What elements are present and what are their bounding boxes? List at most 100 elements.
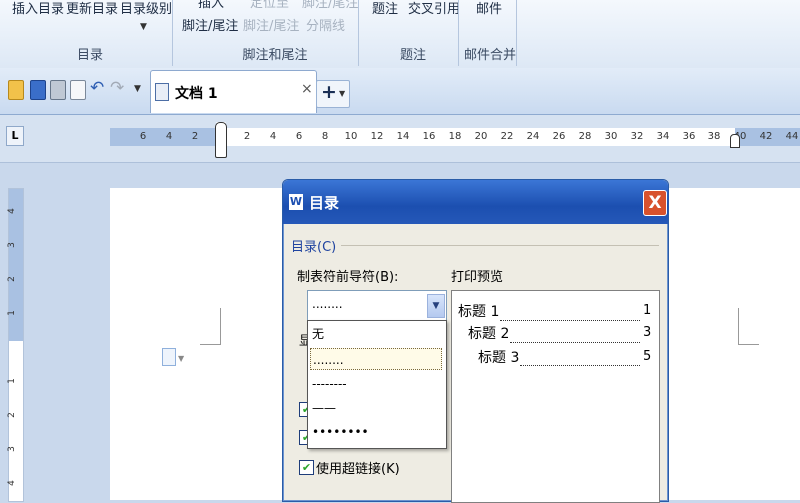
document-icon [155, 83, 169, 101]
ribbon-group-toc: 目录 [76, 48, 103, 63]
ruler-tick-label: 38 [707, 131, 721, 142]
dialog-title: 目录 [309, 194, 340, 212]
ruler-tick-label: 24 [526, 131, 540, 142]
tab-leader-label: 制表符前导符(B): [297, 270, 399, 285]
margin-corner-mark [738, 308, 759, 345]
tab-document[interactable]: 文档 1 × [150, 70, 317, 113]
preview-entry-text: 标题 3 [478, 350, 520, 366]
ruler-tick-label: 36 [682, 131, 696, 142]
ruler-tick-label: 34 [656, 131, 670, 142]
toc-level-button[interactable]: 目录级别 [120, 0, 172, 17]
indent-marker[interactable] [215, 122, 227, 158]
insert-toc-button[interactable]: 插入目录 [12, 0, 64, 17]
preview-entry-page: 5 [643, 349, 652, 364]
chevron-down-icon: ▼ [140, 22, 147, 32]
vruler-tick-label: 2 [6, 276, 17, 282]
ribbon-separator [358, 0, 359, 66]
toc-dialog: W 目录 X 目录(C) 制表符前导符(B): 打印预览 ........ ▼ … [282, 179, 669, 503]
locate-footnote-label-top[interactable]: 定位至 [250, 0, 289, 11]
leader-option-line[interactable]: —— [310, 397, 442, 419]
ruler-tick-label: 10 [344, 131, 358, 142]
preview-leader [500, 319, 640, 321]
open-folder-icon[interactable] [8, 80, 24, 100]
print-preview-icon[interactable] [70, 80, 86, 100]
ruler-tick-label: 22 [500, 131, 514, 142]
plus-icon: + [321, 81, 337, 103]
ruler-tick-label: 12 [370, 131, 384, 142]
preview-leader [510, 341, 640, 343]
vruler-tick-label: 3 [6, 446, 17, 452]
preview-entry-text: 标题 1 [458, 304, 500, 320]
section-divider [341, 245, 659, 246]
chevron-down-icon[interactable]: ▼ [427, 294, 445, 318]
ruler-tick-label: 14 [396, 131, 410, 142]
mail-button[interactable]: 邮件 [476, 0, 502, 17]
margin-corner-mark [200, 308, 221, 345]
ruler-tick-label: 42 [759, 131, 773, 142]
ruler-tick-label: 30 [604, 131, 618, 142]
locate-footnote-button[interactable]: 脚注/尾注 [243, 15, 299, 34]
ruler-tick-label: 4 [269, 131, 277, 142]
ribbon-separator [458, 0, 459, 66]
leader-option-none[interactable]: 无 [310, 323, 442, 345]
dialog-title-bar[interactable]: W 目录 X [283, 180, 668, 224]
leader-option-dots[interactable]: ........ [310, 348, 442, 370]
tab-stop-selector[interactable]: L [6, 126, 24, 146]
ruler-tick-label: 20 [474, 131, 488, 142]
new-tab-button[interactable]: + ▼ [316, 80, 350, 108]
ribbon-group-mail-merge: 邮件合并 [463, 48, 516, 63]
preview-entry-page: 1 [643, 303, 652, 318]
ruler-tick-label: 2 [243, 131, 251, 142]
print-icon[interactable] [50, 80, 66, 100]
tab-document-title: 文档 1 [175, 86, 218, 102]
chevron-down-icon: ▼ [339, 89, 346, 98]
redo-icon[interactable]: ↷ [110, 78, 124, 98]
tab-leader-value: ........ [312, 297, 343, 311]
tab-leader-select[interactable]: ........ ▼ [307, 290, 447, 322]
leader-option-dashes[interactable]: -------- [310, 373, 442, 395]
vertical-ruler[interactable] [8, 188, 24, 502]
ribbon-separator [172, 0, 173, 66]
ruler-tick-label: 6 [139, 131, 147, 142]
save-icon[interactable] [30, 80, 46, 100]
footnote-separator-label-top[interactable]: 脚注/尾注 [302, 0, 358, 11]
ruler-tick-label: 18 [448, 131, 462, 142]
ruler-tick-label: 26 [552, 131, 566, 142]
ruler-tick-label: 8 [321, 131, 329, 142]
vruler-tick-label: 4 [6, 480, 17, 486]
paste-options-icon[interactable] [162, 348, 176, 366]
vruler-tick-label: 4 [6, 208, 17, 214]
vruler-tick-label: 1 [6, 378, 17, 384]
print-preview-box: 标题 1 1 标题 2 3 标题 3 5 [451, 290, 660, 503]
preview-entry-page: 3 [643, 325, 652, 340]
use-hyperlink-checkbox[interactable]: ✔ [299, 460, 314, 475]
use-hyperlink-label: 使用超链接(K) [316, 462, 400, 477]
tab-leader-dropdown: 无 ........ -------- —— •••••••• [307, 320, 447, 449]
quick-access-menu-icon[interactable]: ▼ [134, 84, 141, 94]
leader-option-bullets[interactable]: •••••••• [310, 421, 442, 443]
update-toc-button[interactable]: 更新目录 [66, 0, 118, 17]
close-icon[interactable]: × [301, 81, 313, 97]
ruler-tick-label: 2 [191, 131, 199, 142]
right-indent-marker[interactable] [730, 134, 740, 148]
insert-footnote-label-top[interactable]: 插入 [198, 0, 224, 11]
ruler-tick-label: 16 [422, 131, 436, 142]
ruler-tick-label: 4 [165, 131, 173, 142]
ruler-tick-label: 28 [578, 131, 592, 142]
undo-icon[interactable]: ↶ [90, 78, 104, 98]
preview-entry-text: 标题 2 [468, 326, 510, 342]
insert-footnote-button[interactable]: 脚注/尾注 [182, 15, 238, 34]
chevron-down-icon: ▼ [178, 354, 185, 363]
cross-reference-button[interactable]: 交叉引用 [408, 0, 460, 17]
print-preview-label: 打印预览 [451, 270, 504, 285]
ruler-tick-label: 32 [630, 131, 644, 142]
footnote-separator-button[interactable]: 分隔线 [306, 15, 345, 34]
ruler-tick-label: 6 [295, 131, 303, 142]
vruler-tick-label: 2 [6, 412, 17, 418]
caption-button[interactable]: 题注 [372, 0, 398, 17]
ribbon-group-captions: 题注 [399, 48, 426, 63]
preview-leader [520, 364, 640, 366]
ribbon-separator [516, 0, 517, 66]
close-button[interactable]: X [643, 190, 667, 216]
ruler-tick-label: 44 [785, 131, 799, 142]
